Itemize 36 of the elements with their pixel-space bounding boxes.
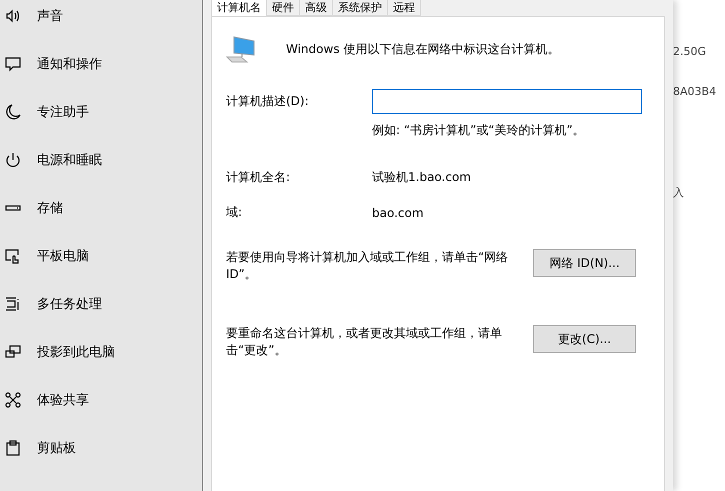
sidebar-item[interactable]: 电源和睡眠 (0, 136, 202, 184)
dialog-button[interactable]: 网络 ID(N)... (533, 249, 636, 277)
speaker-icon (4, 7, 22, 25)
sidebar-item[interactable]: 投影到此电脑 (0, 328, 202, 376)
dialog-tab[interactable]: 高级 (299, 0, 333, 16)
dialog-tab[interactable]: 系统保护 (332, 0, 388, 16)
field-label: 计算机描述(D): (226, 93, 310, 110)
message-icon (4, 55, 22, 73)
clipboard-icon (4, 439, 22, 457)
example-text: 例如: “书房计算机”或“美玲的计算机”。 (372, 122, 585, 139)
dialog-tab[interactable]: 远程 (387, 0, 421, 16)
background-text: 8A03B4 (673, 85, 716, 100)
sidebar-item[interactable]: 专注助手 (0, 88, 202, 136)
sidebar-item[interactable]: 体验共享 (0, 376, 202, 424)
dialog-tab[interactable]: 计算机名 (211, 0, 267, 16)
sidebar-item[interactable]: 多任务处理 (0, 280, 202, 328)
instruction-text: 若要使用向导将计算机加入域或工作组，请单击“网络 ID”。 (226, 249, 510, 283)
description-input-field[interactable] (372, 89, 642, 114)
share-icon (4, 391, 22, 409)
info-label: 域: (226, 204, 244, 221)
background-text: 入 (673, 185, 684, 201)
sidebar-item[interactable]: 通知和操作 (0, 40, 202, 88)
info-value: 试验机1.bao.com (372, 169, 471, 186)
intro-text: Windows 使用以下信息在网络中标识这台计算机。 (286, 40, 560, 58)
info-label: 计算机全名: (226, 169, 292, 186)
moon-icon (4, 103, 22, 121)
dialog-button[interactable]: 更改(C)... (533, 325, 636, 353)
dialog-tab[interactable]: 硬件 (266, 0, 300, 16)
sidebar-item[interactable]: 剪贴板 (0, 424, 202, 472)
sidebar-item[interactable]: 存储 (0, 184, 202, 232)
info-value: bao.com (372, 206, 424, 220)
power-icon (4, 151, 22, 169)
sidebar-item[interactable]: 声音 (0, 0, 202, 40)
background-text: 2.50G (673, 45, 706, 60)
instruction-text: 要重命名这台计算机，或者更改其域或工作组，请单击“更改”。 (226, 325, 503, 359)
sidebar-item[interactable]: 平板电脑 (0, 232, 202, 280)
